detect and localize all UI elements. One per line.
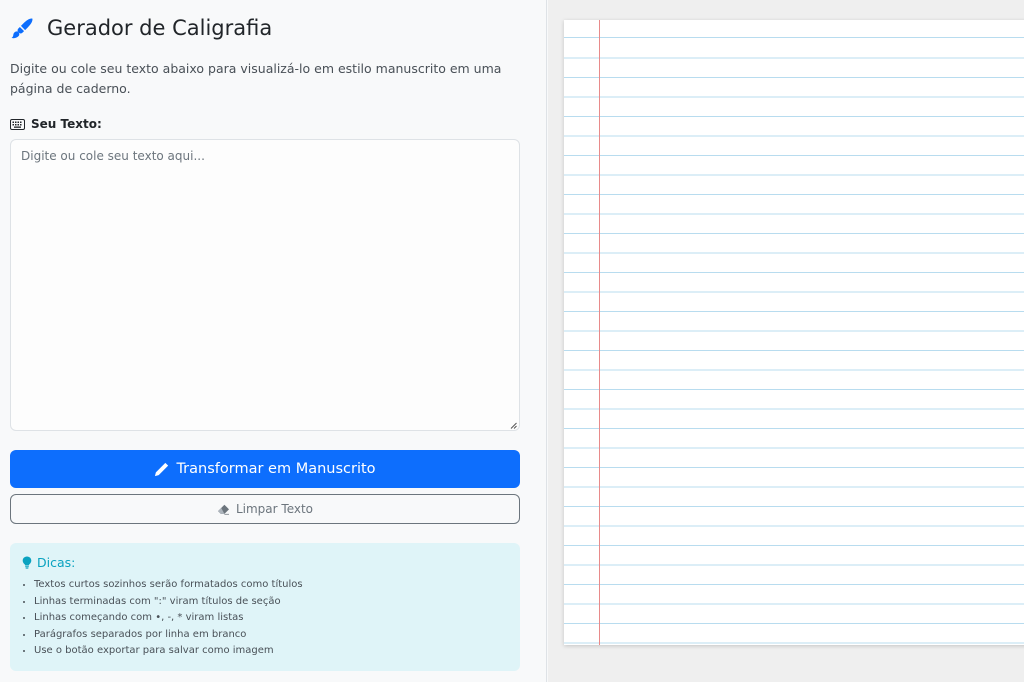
tip-item: Parágrafos separados por linha em branco (34, 627, 303, 644)
margin-line (599, 20, 600, 645)
page-title: Gerador de Caligrafia (47, 16, 273, 40)
text-input[interactable] (10, 139, 520, 431)
pencil-icon (155, 462, 169, 476)
clear-button[interactable]: Limpar Texto (10, 494, 520, 524)
keyboard-icon (10, 118, 25, 130)
header: Gerador de Caligrafia (10, 13, 272, 43)
notebook-page (564, 20, 1024, 645)
editor-panel: Gerador de Caligrafia Digite ou cole seu… (0, 0, 547, 682)
page-description: Digite ou cole seu texto abaixo para vis… (10, 61, 502, 96)
preview-panel (548, 0, 1024, 682)
tip-item: Textos curtos sozinhos serão formatados … (34, 577, 303, 594)
tips-box: Dicas: Textos curtos sozinhos serão form… (10, 543, 520, 671)
transform-button[interactable]: Transformar em Manuscrito (10, 450, 520, 488)
lightbulb-icon (22, 556, 32, 569)
clear-button-label: Limpar Texto (235, 502, 314, 516)
tips-heading-text: Dicas: (37, 555, 76, 570)
text-label: Seu Texto: (10, 117, 102, 131)
tip-item: Linhas começando com •, -, * viram lista… (34, 610, 303, 627)
eraser-icon (217, 504, 229, 515)
transform-button-label: Transformar em Manuscrito (176, 461, 376, 477)
pen-nib-icon (11, 18, 33, 38)
tip-item: Linhas terminadas com ":" viram títulos … (34, 594, 303, 611)
tips-heading: Dicas: (22, 555, 75, 570)
text-label-text: Seu Texto: (31, 117, 102, 131)
resize-handle-icon[interactable] (510, 422, 517, 429)
tips-list: Textos curtos sozinhos serão formatados … (34, 577, 303, 660)
tip-item: Use o botão exportar para salvar como im… (34, 643, 303, 660)
